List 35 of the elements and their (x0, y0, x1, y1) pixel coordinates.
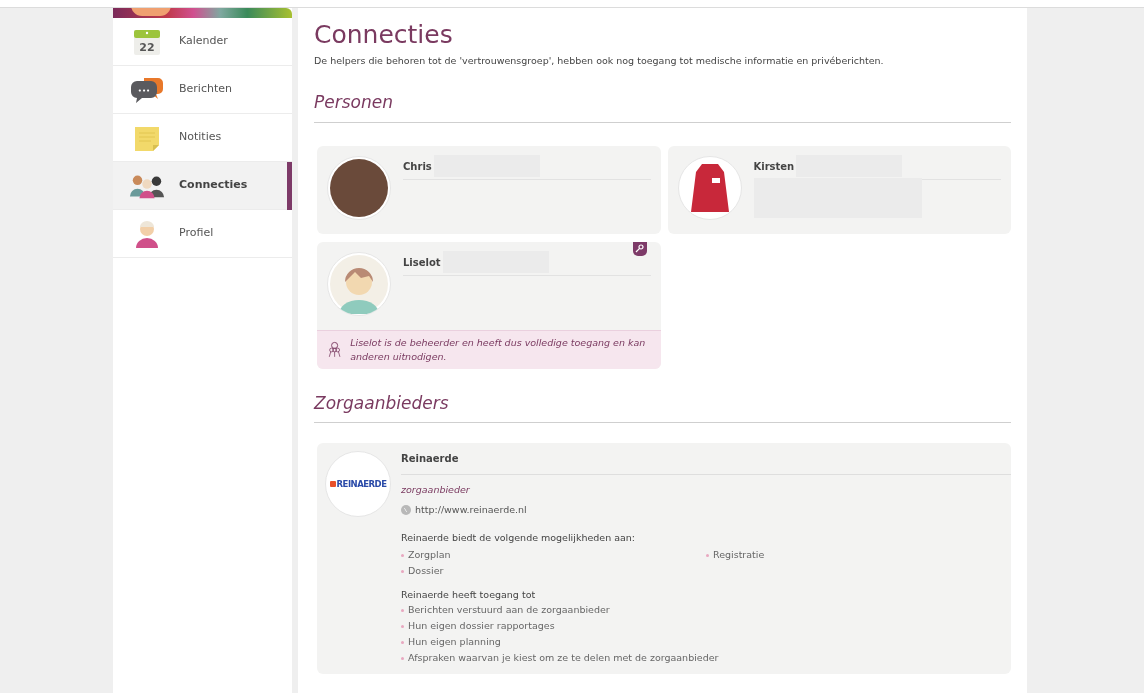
offer-item: Zorgplan (408, 547, 451, 562)
access-item: Afspraken waarvan je kiest om ze te delen met de zorgaanbieder (408, 651, 719, 666)
provider-type: zorgaanbieder (401, 483, 471, 498)
sidebar-item[interactable]: Connecties (113, 162, 292, 210)
logo-text: REINAERDE (336, 477, 387, 491)
provider-name: Reinaerde (401, 451, 1011, 476)
access-title: Reinaerde heeft toegang tot (401, 588, 537, 602)
bullet-icon (706, 553, 709, 557)
bullet-icon (401, 656, 404, 660)
avatar-drawing (329, 253, 389, 314)
person-icon (134, 219, 160, 248)
logo-icon (329, 481, 336, 488)
person-name: Chris (403, 159, 432, 174)
access-item: Hun eigen dossier rapportages (408, 619, 555, 634)
offer-item: Dossier (408, 563, 444, 578)
bullet-icon (401, 640, 404, 644)
section-heading: Zorgaanbieders (314, 390, 1011, 424)
bullet-icon (401, 569, 404, 573)
section-heading: Personen (314, 90, 1011, 123)
hoodie-icon (689, 161, 730, 214)
person-name: Kirsten (753, 159, 795, 174)
access-item: Hun eigen planning (408, 635, 501, 650)
person-name: Liselot (403, 255, 441, 270)
offers-title: Reinaerde biedt de volgende mogelijkheden aan: (401, 530, 637, 545)
globe-icon (401, 504, 411, 515)
bullet-icon (401, 608, 404, 612)
website-link[interactable]: http://www.reinaerde.nl (415, 502, 527, 517)
intro-text: De helpers die behoren tot de 'vertrouwensgroep', hebben ook nog toegang tot medische informatie en privéberichten. (314, 54, 885, 68)
photo-placeholder (330, 158, 388, 217)
access-item: Berichten verstuurd aan de zorgaanbieder (408, 603, 610, 618)
offer-item: Registratie (713, 547, 765, 562)
admin-note: Liselot is de beheerder en heeft dus volledige toegang en kan anderen uitnodigen. (350, 335, 647, 364)
bullet-icon (401, 553, 404, 557)
bullet-icon (401, 624, 404, 628)
page-title: Connecties (314, 20, 454, 50)
